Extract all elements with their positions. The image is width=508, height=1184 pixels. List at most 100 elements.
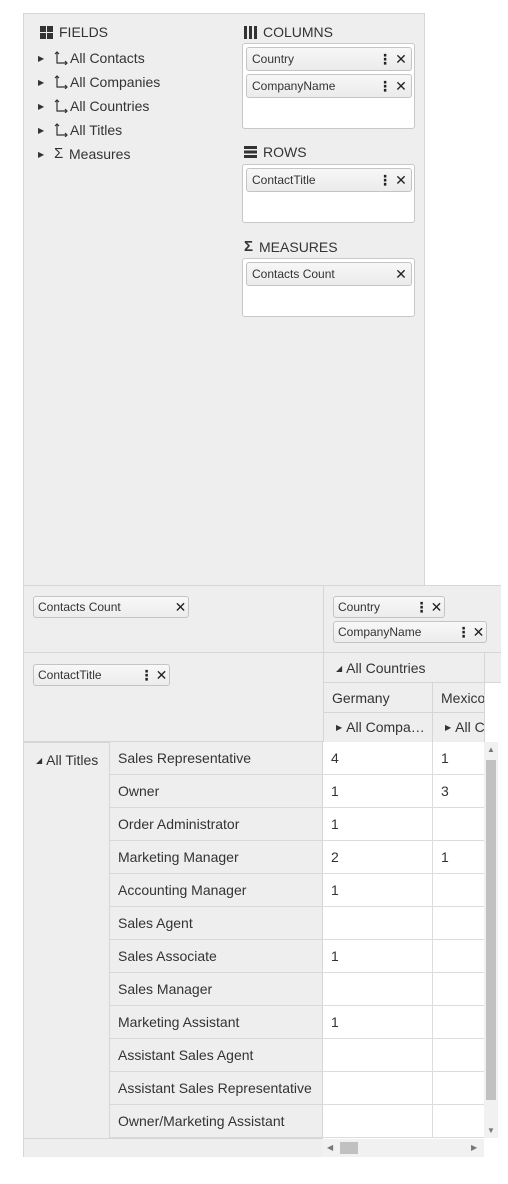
column-header-companies-mexico[interactable]: ▶ All C	[433, 713, 485, 742]
rows-title: ROWS	[263, 144, 307, 160]
close-icon[interactable]: ✕	[429, 599, 444, 616]
hierarchy-icon	[54, 75, 68, 89]
grid-column-chip-country[interactable]: Country ⋮ ✕	[333, 596, 445, 618]
data-cell-mexico	[433, 808, 485, 841]
rows-dropbox[interactable]: ContactTitle ⋮ ✕	[242, 164, 415, 223]
chip-label: Contacts Count	[38, 600, 121, 614]
row-header-title: Owner	[110, 775, 323, 808]
column-header-companies-germany[interactable]: ▶ All Compa…	[323, 713, 433, 742]
close-icon[interactable]: ✕	[393, 172, 409, 189]
row-header-title: Sales Associate	[110, 940, 323, 973]
chip-label: Country	[338, 600, 381, 614]
measures-dropbox[interactable]: Contacts Count ✕	[242, 258, 415, 317]
close-icon[interactable]: ✕	[393, 266, 409, 283]
measure-chip-contacts-count[interactable]: Contacts Count ✕	[246, 262, 412, 286]
hierarchy-icon	[54, 123, 68, 137]
scroll-down-icon[interactable]: ▼	[487, 1126, 495, 1135]
scroll-right-icon[interactable]: ▶	[471, 1143, 477, 1152]
row-root-text: All Titles	[46, 752, 99, 768]
chip-label: ContactTitle	[38, 668, 102, 682]
field-all-countries[interactable]: ▶ All Countries	[38, 94, 160, 118]
data-cell-germany	[323, 1039, 433, 1072]
sigma-icon: Σ	[54, 145, 64, 162]
company-label: ▶ All C	[445, 718, 485, 736]
country-label: Germany	[332, 690, 390, 706]
field-all-companies[interactable]: ▶ All Companies	[38, 70, 160, 94]
column-chip-country[interactable]: Country ⋮ ✕	[246, 47, 412, 71]
collapse-arrow-icon[interactable]: ◢	[36, 756, 42, 765]
chip-label: Country	[252, 52, 295, 66]
grid-measure-chip[interactable]: Contacts Count ✕	[33, 596, 189, 618]
row-header-title: Assistant Sales Representative	[110, 1072, 323, 1105]
row-chip-contacttitle[interactable]: ContactTitle ⋮ ✕	[246, 168, 412, 192]
fields-title: FIELDS	[59, 24, 109, 40]
more-vertical-icon[interactable]: ⋮	[377, 173, 393, 187]
field-measures[interactable]: ▶ Σ Measures	[38, 142, 160, 166]
data-cell-germany: 1	[323, 1006, 433, 1039]
data-cell-germany: 1	[323, 940, 433, 973]
collapse-arrow-icon[interactable]: ◢	[336, 664, 342, 673]
field-label: All Companies	[70, 74, 161, 90]
data-cell-germany: 4	[323, 742, 433, 775]
chip-label: ContactTitle	[252, 173, 316, 187]
company-text: All Compa…	[346, 719, 425, 735]
data-cell-germany	[323, 1105, 433, 1138]
field-label: All Countries	[70, 98, 150, 114]
field-label: All Contacts	[70, 50, 145, 66]
horizontal-scrollbar[interactable]: ◀ ▶	[322, 1139, 484, 1157]
more-vertical-icon[interactable]: ⋮	[377, 79, 393, 93]
pivot-grid: Contacts Count ✕ Country ⋮ ✕ CompanyName…	[23, 585, 501, 1157]
more-vertical-icon[interactable]: ⋮	[377, 52, 393, 66]
fields-grid-icon	[40, 25, 53, 39]
columns-section-title: COLUMNS	[244, 24, 333, 40]
expand-arrow-icon[interactable]: ▶	[445, 723, 451, 732]
data-cell-mexico	[433, 973, 485, 1006]
more-vertical-icon[interactable]: ⋮	[456, 624, 471, 641]
column-header-all-countries[interactable]: ◢ All Countries	[323, 653, 485, 683]
scrollbar-thumb[interactable]	[340, 1142, 358, 1154]
vertical-scrollbar[interactable]: ▲ ▼	[484, 742, 498, 1138]
company-label: ▶ All Compa…	[336, 718, 425, 736]
row-root-cell[interactable]: ◢ All Titles	[24, 742, 110, 1138]
close-icon[interactable]: ✕	[154, 667, 169, 684]
expand-arrow-icon[interactable]: ▶	[336, 723, 342, 732]
scroll-up-icon[interactable]: ▲	[487, 745, 495, 754]
hierarchy-icon	[54, 51, 68, 65]
column-header-germany[interactable]: Germany	[323, 683, 433, 713]
row-header-title: Order Administrator	[110, 808, 323, 841]
expand-arrow-icon[interactable]: ▶	[38, 126, 54, 135]
column-chip-companyname[interactable]: CompanyName ⋮ ✕	[246, 74, 412, 98]
data-cell-mexico	[433, 874, 485, 907]
columns-title: COLUMNS	[263, 24, 334, 40]
close-icon[interactable]: ✕	[393, 51, 409, 68]
measures-title: MEASURES	[259, 238, 338, 255]
expand-arrow-icon[interactable]: ▶	[38, 102, 54, 111]
data-cell-mexico	[433, 1105, 485, 1138]
grid-column-chip-companyname[interactable]: CompanyName ⋮ ✕	[333, 621, 487, 643]
field-all-titles[interactable]: ▶ All Titles	[38, 118, 160, 142]
close-icon[interactable]: ✕	[393, 78, 409, 95]
close-icon[interactable]: ✕	[173, 599, 188, 616]
pivot-configurator: FIELDS ▶ All Contacts ▶ All Companies ▶ …	[23, 13, 425, 585]
more-vertical-icon[interactable]: ⋮	[139, 667, 154, 684]
scroll-left-icon[interactable]: ◀	[327, 1143, 333, 1152]
more-vertical-icon[interactable]: ⋮	[414, 599, 429, 616]
company-text: All C	[455, 719, 485, 735]
field-label: Measures	[69, 146, 131, 162]
close-icon[interactable]: ✕	[471, 624, 486, 641]
field-all-contacts[interactable]: ▶ All Contacts	[38, 46, 160, 70]
scrollbar-thumb[interactable]	[486, 760, 496, 1100]
data-cell-germany: 1	[323, 874, 433, 907]
data-cell-germany: 1	[323, 808, 433, 841]
grid-row-chip-contacttitle[interactable]: ContactTitle ⋮ ✕	[33, 664, 170, 686]
expand-arrow-icon[interactable]: ▶	[38, 150, 54, 159]
data-cell-germany: 2	[323, 841, 433, 874]
col-root-text: All Countries	[346, 660, 426, 676]
data-cell-germany	[323, 973, 433, 1006]
expand-arrow-icon[interactable]: ▶	[38, 78, 54, 87]
data-cell-germany	[323, 907, 433, 940]
column-header-mexico[interactable]: Mexico	[433, 683, 485, 713]
columns-dropbox[interactable]: Country ⋮ ✕ CompanyName ⋮ ✕	[242, 43, 415, 129]
expand-arrow-icon[interactable]: ▶	[38, 54, 54, 63]
data-cell-mexico: 1	[433, 841, 485, 874]
